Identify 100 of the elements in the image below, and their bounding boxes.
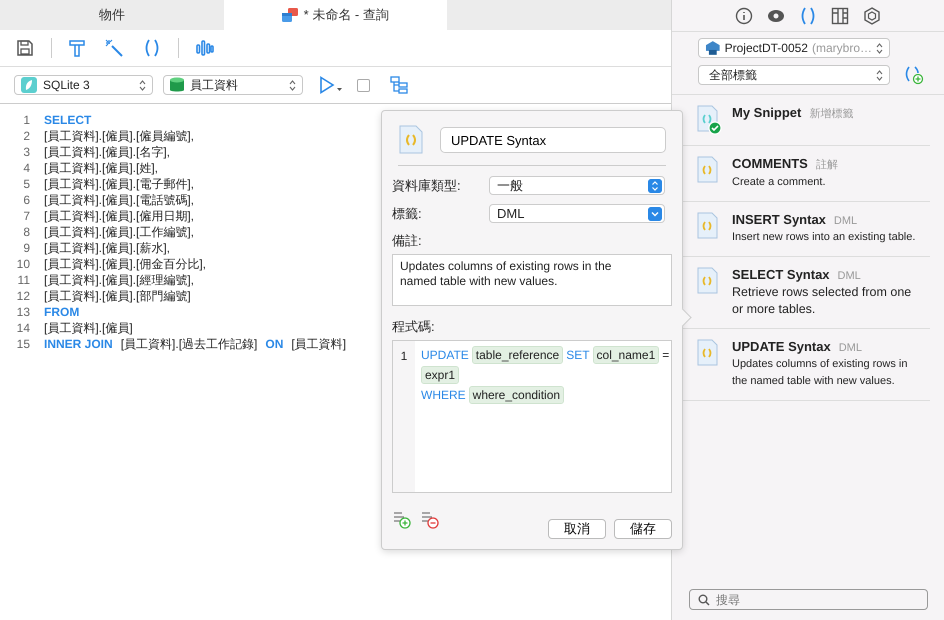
snippet-item[interactable]: COMMENTS 註解 Create a comment. <box>682 146 930 202</box>
line-number: 1 <box>400 349 408 363</box>
snippet-item[interactable]: SELECT Syntax DML Retrieve rows selected from one or more tables. <box>682 257 930 329</box>
search-field[interactable]: 搜尋 <box>689 589 928 610</box>
stepper-icon <box>648 178 662 192</box>
tag-filter-select[interactable]: 全部標籤 <box>698 65 890 85</box>
line-number: 2 <box>22 128 30 144</box>
run-icon[interactable] <box>319 76 343 94</box>
sql-text: [員工資料].[僱員] <box>44 320 133 336</box>
chart-icon[interactable] <box>196 39 214 57</box>
line-number: 1 <box>22 112 30 128</box>
sql-text: [員工資料].[僱員].[部門編號] <box>44 288 191 304</box>
tag-select[interactable]: DML <box>489 204 665 223</box>
feather-icon <box>21 77 37 93</box>
sql-text: [員工資料].[僱員].[工作編號], <box>44 224 194 240</box>
line-number: 13 <box>16 304 30 320</box>
line-number: 10 <box>16 256 30 272</box>
snippet-tag: DML <box>838 342 862 354</box>
sql-text: [員工資料].[僱員].[電話號碼], <box>44 192 194 208</box>
snippet-item[interactable]: UPDATE Syntax DML Updates columns of existing rows in the named table with new values. <box>682 329 930 401</box>
snippet-tag: 新增標籤 <box>809 106 854 121</box>
sql-text: [員工資料].[僱員].[經理編號], <box>44 272 194 288</box>
sql-text: [員工資料].[僱員].[薪水], <box>44 240 170 256</box>
sql-text: = <box>662 347 670 364</box>
snippet-tag: DML <box>834 215 858 227</box>
sql-keyword: INNER JOIN <box>44 336 113 352</box>
line-number: 6 <box>22 192 30 208</box>
snippet-title: INSERT Syntax <box>732 212 826 227</box>
connection-select[interactable]: SQLite 3 <box>14 75 153 95</box>
snippet-description: Retrieve rows selected from one or more tables. <box>732 284 912 318</box>
line-number: 4 <box>22 160 30 176</box>
sql-text: [員工資料].[僱員].[僱用日期], <box>44 208 194 224</box>
new-snippet-icon[interactable] <box>904 65 924 85</box>
line-number: 11 <box>16 272 30 288</box>
snippet-tag: 註解 <box>816 157 838 172</box>
sql-keyword: UPDATE <box>421 347 469 364</box>
snippet-tag: DML <box>838 270 861 282</box>
snippet-description: Create a comment. <box>732 175 827 190</box>
sql-text: [員工資料].[僱員].[僱員編號], <box>44 128 194 144</box>
query-icon <box>282 8 298 22</box>
sql-keyword: SELECT <box>44 112 92 128</box>
editor-tab[interactable]: 物件 <box>0 0 224 30</box>
snippet-title: UPDATE Syntax <box>732 339 831 354</box>
snippet-description: Updates columns of existing rows in the named table with new values. <box>732 357 908 389</box>
snippet-item[interactable]: My Snippet 新增標籤 <box>682 95 930 146</box>
sql-text: [員工資料].[僱員].[名字], <box>44 144 170 160</box>
field-label: 標籤: <box>392 204 423 222</box>
sql-text: [員工資料].[過去工作記錄] <box>120 336 258 352</box>
stepper-icon <box>289 80 296 90</box>
snippet-description: Insert new rows into an existing table. <box>732 230 916 245</box>
dialog-button[interactable]: 取消 <box>548 519 606 539</box>
sql-text: [員工資料].[僱員].[姓], <box>44 160 158 176</box>
code-field[interactable]: 1 UPDATE table_reference SET col_name1 = expr1 WHERE where_condition <box>392 340 672 493</box>
snippet-title: My Snippet <box>732 105 802 120</box>
code-placeholder: col_name1 <box>592 346 660 364</box>
format-icon[interactable] <box>69 39 85 57</box>
sql-keyword: FROM <box>44 304 80 320</box>
stepper-icon <box>876 70 883 80</box>
field-label: 資料庫類型: <box>392 176 462 194</box>
project-owner: (marybro… <box>812 41 872 55</box>
project-select[interactable]: ProjectDT-0052 (marybro… <box>698 38 890 58</box>
magic-wand-icon[interactable] <box>105 39 123 57</box>
sql-keyword: ON <box>265 336 284 352</box>
sql-text: [員工資料] <box>291 336 346 352</box>
code-placeholder: where_condition <box>468 386 564 404</box>
sql-keyword: WHERE <box>421 387 466 404</box>
dialog-button[interactable]: 儲存 <box>614 519 672 539</box>
snippet-icon[interactable] <box>799 6 817 24</box>
sql-keyword: SET <box>566 347 590 364</box>
database-select[interactable]: 員工資料 <box>163 75 303 95</box>
snippet-title: COMMENTS <box>732 156 808 171</box>
snippet-icon[interactable] <box>143 39 161 57</box>
remove-placeholder-icon[interactable] <box>420 511 440 529</box>
field-label: 程式碼: <box>392 318 436 336</box>
line-number: 12 <box>16 288 30 304</box>
note-field[interactable]: Updates columns of existing rows in the named table with new values. <box>392 254 672 306</box>
line-number: 3 <box>22 144 30 160</box>
line-number: 8 <box>22 224 30 240</box>
info-icon[interactable] <box>735 6 753 24</box>
database-type-select[interactable]: 一般 <box>489 176 665 195</box>
stepper-icon <box>139 80 146 90</box>
columns-icon[interactable] <box>831 6 849 24</box>
sql-text: [員工資料].[僱員].[佣金百分比], <box>44 256 206 272</box>
line-number: 15 <box>16 336 30 352</box>
name-field[interactable]: UPDATE Syntax <box>440 127 666 153</box>
sql-text: [員工資料].[僱員].[電子郵件], <box>44 176 194 192</box>
schema-icon[interactable] <box>390 76 408 94</box>
chevron-down-icon <box>648 206 662 220</box>
add-placeholder-icon[interactable] <box>392 511 412 529</box>
field-label: 備註: <box>392 232 423 250</box>
code-placeholder: table_reference <box>472 346 564 364</box>
snippet-item[interactable]: INSERT Syntax DML Insert new rows into an existing table. <box>682 202 930 257</box>
line-number: 9 <box>22 240 30 256</box>
hexagon-icon[interactable] <box>863 6 881 24</box>
line-number: 7 <box>22 208 30 224</box>
stop-button[interactable] <box>357 78 370 92</box>
editor-tab[interactable]: * 未命名 - 查詢 <box>224 0 447 30</box>
search-icon <box>698 594 710 606</box>
project-icon <box>705 40 721 56</box>
save-icon[interactable] <box>16 39 34 57</box>
